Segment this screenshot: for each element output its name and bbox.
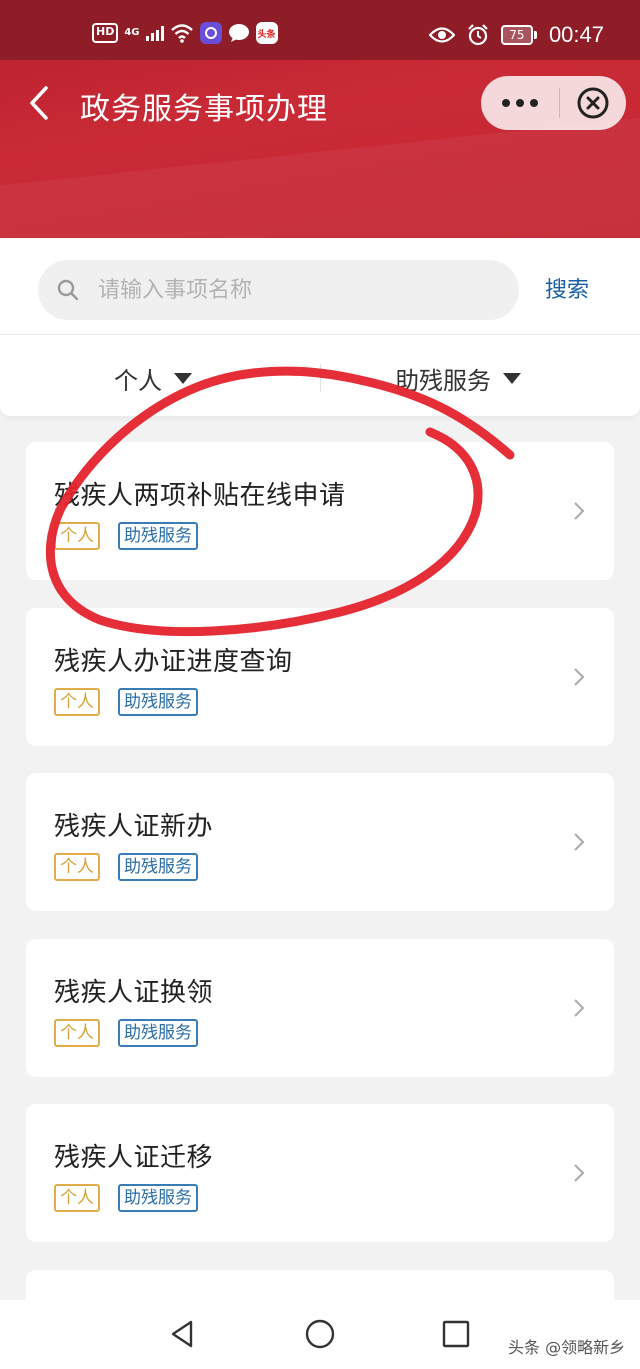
service-list: 残疾人两项补贴在线申请 个人 助残服务 残疾人办证进度查询 个人 助残服务 残疾… <box>26 442 614 1310</box>
battery-icon: 75 <box>500 25 533 45</box>
hd-indicator: HD <box>92 23 119 43</box>
item-title: 残疾人办证进度查询 <box>54 646 293 677</box>
filter-service-type-label: 助残服务 <box>395 366 491 395</box>
search-icon <box>57 279 79 301</box>
tag-service: 助残服务 <box>118 1184 198 1212</box>
more-dots-icon <box>502 99 510 107</box>
tag-category: 个人 <box>54 1018 100 1047</box>
tag-service: 助残服务 <box>118 1018 198 1047</box>
chevron-right-icon <box>574 833 585 851</box>
item-title: 残疾人两项补贴在线申请 <box>54 481 346 511</box>
nav-back-button[interactable] <box>162 1314 202 1354</box>
nav-recents-button[interactable] <box>436 1314 476 1354</box>
square-recents-icon <box>442 1320 470 1348</box>
tag-service: 助残服务 <box>118 522 198 550</box>
close-circle-icon <box>577 87 609 119</box>
filter-service-type[interactable]: 助残服务 <box>395 358 521 398</box>
page-title: 政务服务事项办理 <box>80 92 328 127</box>
wifi-icon <box>170 24 193 43</box>
signal-icon <box>145 25 164 41</box>
mini-program-capsule <box>481 76 626 130</box>
list-item[interactable]: 残疾人证新办 个人 助残服务 <box>26 773 614 911</box>
divider <box>0 334 640 335</box>
search-panel: 搜索 个人 助残服务 <box>0 238 640 416</box>
list-item[interactable]: 残疾人证换领 个人 助残服务 <box>26 938 614 1077</box>
watermark: 头条 @领略新乡 <box>508 1338 626 1357</box>
search-button[interactable]: 搜索 <box>545 272 589 304</box>
close-button[interactable] <box>560 76 626 130</box>
triangle-back-icon <box>171 1320 193 1348</box>
list-item[interactable]: 残疾人办证进度查询 个人 助残服务 <box>26 607 614 746</box>
item-title: 残疾人证迁移 <box>54 1143 214 1173</box>
item-title: 残疾人证换领 <box>54 977 214 1008</box>
message-icon <box>228 24 249 42</box>
nav-home-button[interactable] <box>300 1314 340 1354</box>
list-item[interactable]: 残疾人证迁移 个人 助残服务 <box>26 1104 614 1242</box>
search-field[interactable] <box>38 260 519 320</box>
tag-service: 助残服务 <box>118 853 198 881</box>
eye-icon <box>428 27 455 43</box>
chevron-right-icon <box>574 998 585 1017</box>
app-header: HD 4G 头条 75 00:47 政务服务事项办理 <box>0 0 640 238</box>
filter-category-label: 个人 <box>114 366 162 395</box>
alarm-icon <box>468 24 488 46</box>
dropdown-arrow-icon <box>503 372 521 384</box>
search-input[interactable] <box>98 277 498 303</box>
tag-category: 个人 <box>54 1184 100 1212</box>
chevron-left-icon <box>30 86 48 120</box>
status-bar: HD 4G 头条 75 00:47 <box>0 0 640 60</box>
clock: 00:47 <box>548 22 604 47</box>
item-title: 残疾人证新办 <box>54 812 214 842</box>
list-item[interactable]: 残疾人两项补贴在线申请 个人 助残服务 <box>26 442 614 580</box>
app-notification-icon <box>199 22 222 44</box>
tag-category: 个人 <box>54 522 100 550</box>
dropdown-arrow-icon <box>174 372 192 384</box>
tag-category: 个人 <box>54 687 100 716</box>
more-button[interactable] <box>481 76 559 130</box>
filter-category[interactable]: 个人 <box>114 358 192 398</box>
circle-home-icon <box>305 1319 335 1349</box>
back-button[interactable] <box>24 82 56 126</box>
network-type: 4G <box>124 27 140 38</box>
chevron-right-icon <box>574 502 585 520</box>
chevron-right-icon <box>574 1164 585 1182</box>
chevron-right-icon <box>574 667 585 686</box>
toutiao-app-icon: 头条 <box>255 22 278 44</box>
tag-category: 个人 <box>54 853 100 881</box>
tag-service: 助残服务 <box>118 687 198 716</box>
